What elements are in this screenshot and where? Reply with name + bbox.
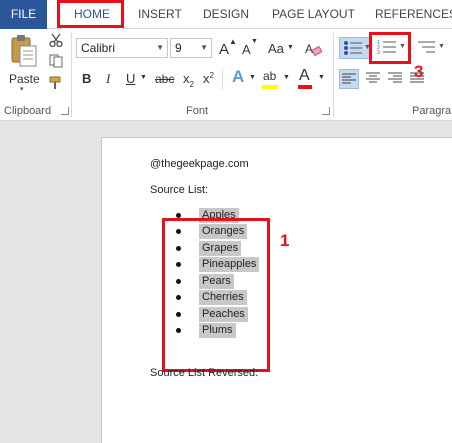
- multilevel-list-button[interactable]: ▼: [414, 37, 446, 59]
- subscript-x: x: [183, 71, 190, 86]
- superscript-button[interactable]: x2: [203, 71, 214, 86]
- source-list-reversed-heading: Source List Reversed:: [150, 367, 259, 379]
- highlight-icon[interactable]: ab: [263, 69, 276, 83]
- change-case-button[interactable]: Aa: [268, 41, 284, 56]
- subscript-digit: 2: [189, 80, 194, 89]
- step-3-marker: 3: [414, 62, 424, 81]
- watermark-text: @thegeekpage.com: [150, 158, 249, 170]
- clipboard-group-label: Clipboard: [4, 105, 52, 117]
- chevron-down-icon: ▼: [156, 43, 164, 52]
- font-launcher-icon[interactable]: [322, 107, 330, 115]
- paste-label: Paste: [9, 72, 40, 86]
- chevron-down-icon: ▼: [318, 74, 325, 81]
- paste-chevron-icon: ▾: [20, 86, 24, 93]
- clipboard-launcher-icon[interactable]: [61, 107, 69, 115]
- underline-button[interactable]: U: [126, 71, 135, 86]
- tab-design[interactable]: DESIGN: [203, 0, 249, 29]
- paste-button[interactable]: Paste ▾: [6, 33, 42, 93]
- font-size-value: 9: [175, 41, 182, 55]
- bold-button[interactable]: B: [82, 71, 91, 86]
- chevron-down-icon: ▼: [438, 43, 445, 50]
- superscript-digit: 2: [209, 71, 214, 80]
- step-1-marker: 1: [280, 231, 290, 250]
- strikethrough-button[interactable]: abc: [155, 72, 174, 86]
- paragraph-group-label: Paragra: [412, 105, 452, 117]
- subscript-button[interactable]: x2: [183, 71, 194, 89]
- chevron-down-icon: ▼: [200, 43, 208, 52]
- numbering-highlight-box: [369, 32, 411, 64]
- font-color-icon[interactable]: A: [299, 67, 310, 85]
- align-left-button[interactable]: [339, 69, 359, 89]
- chevron-down-icon: ▼: [283, 74, 290, 81]
- font-color-bar: [298, 85, 312, 89]
- font-size-select[interactable]: 9 ▼: [170, 38, 212, 58]
- multilevel-list-icon: [418, 41, 435, 53]
- font-name-value: Calibri: [81, 41, 116, 55]
- tab-insert[interactable]: INSERT: [138, 0, 182, 29]
- text-effects-icon[interactable]: A: [232, 67, 244, 87]
- font-name-select[interactable]: Calibri ▼: [76, 38, 168, 58]
- document-canvas: @thegeekpage.com Source List: Apples Ora…: [0, 121, 452, 443]
- svg-text:A: A: [305, 42, 313, 56]
- tab-page-layout[interactable]: PAGE LAYOUT: [272, 0, 355, 29]
- ribbon: Paste ▾ Clipboard Calibri ▼ 9 ▼ A ▲ A ▼ …: [0, 29, 452, 121]
- chevron-down-icon: ▼: [287, 44, 294, 51]
- align-right-icon[interactable]: [388, 72, 402, 84]
- align-left-icon: [342, 73, 356, 84]
- chevron-down-icon: ▼: [140, 74, 147, 81]
- highlight-color-bar: [262, 85, 278, 89]
- chevron-down-icon: ▼: [249, 74, 256, 81]
- shrink-font-button[interactable]: A: [242, 42, 251, 57]
- italic-button[interactable]: I: [106, 71, 110, 87]
- shrink-arrow-icon: ▼: [251, 38, 258, 45]
- font-group-label: Font: [186, 105, 209, 117]
- source-list-heading: Source List:: [150, 184, 209, 196]
- tab-references[interactable]: REFERENCES: [375, 0, 452, 29]
- bullets-icon: [344, 41, 362, 55]
- tab-file[interactable]: FILE: [0, 0, 47, 29]
- source-list-highlight-box: [162, 218, 270, 372]
- home-tab-highlight-box: [57, 0, 124, 28]
- align-center-icon[interactable]: [366, 72, 380, 84]
- grow-font-button[interactable]: A: [219, 41, 229, 58]
- document-page[interactable]: @thegeekpage.com Source List: Apples Ora…: [101, 137, 452, 443]
- superscript-x: x: [203, 71, 210, 86]
- group-divider: [333, 33, 334, 117]
- group-divider: [222, 69, 223, 89]
- clear-format-icon[interactable]: A: [304, 41, 322, 57]
- grow-arrow-icon: ▲: [229, 37, 237, 46]
- bullets-button[interactable]: ▼: [339, 37, 371, 59]
- format-painter-icon[interactable]: [49, 76, 63, 90]
- paste-icon: [11, 35, 37, 67]
- group-divider: [71, 33, 72, 117]
- cut-icon[interactable]: [49, 33, 63, 47]
- copy-icon[interactable]: [49, 54, 63, 68]
